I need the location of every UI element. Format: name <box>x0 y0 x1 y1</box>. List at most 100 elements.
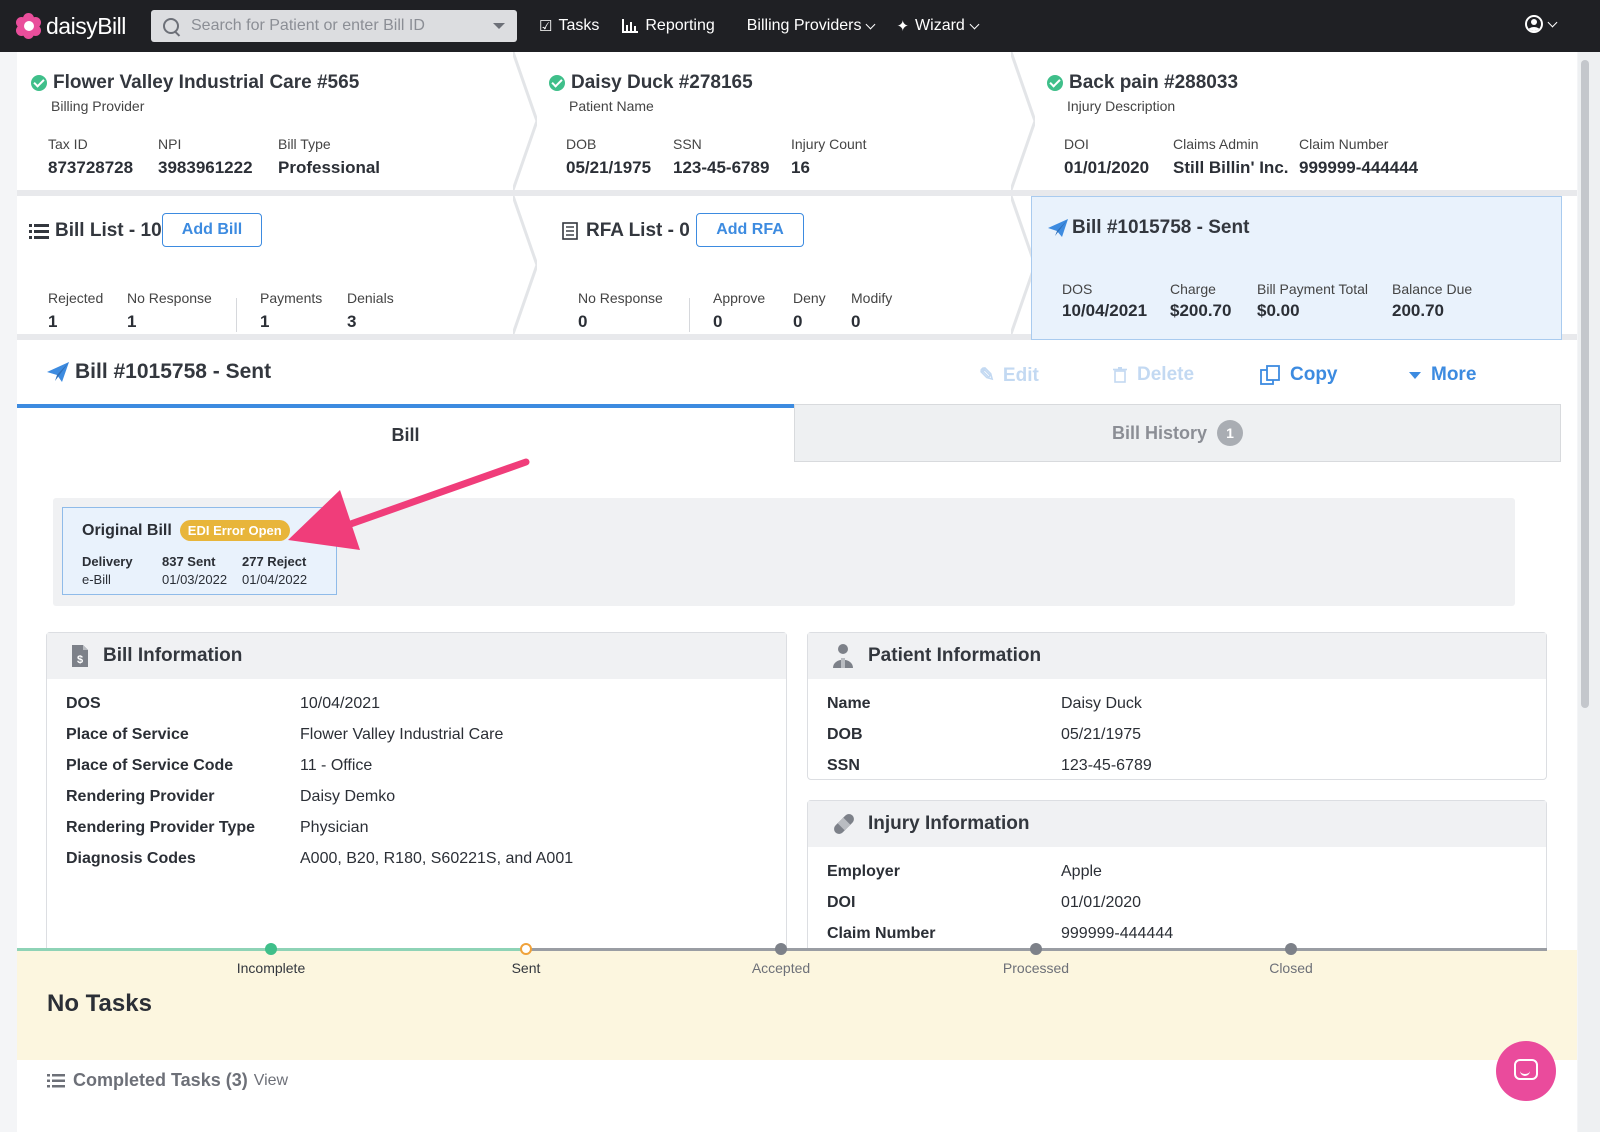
paper-plane-icon <box>1048 219 1068 237</box>
patient-injury-count: Injury Count 16 <box>791 136 867 177</box>
patient-dob: DOB 05/21/1975 <box>566 136 652 177</box>
patient-information-card: Patient Information Name Daisy Duck DOB 05… <box>807 632 1547 780</box>
search-placeholder: Search for Patient or enter Bill ID <box>191 17 425 34</box>
edit-button[interactable]: ✎ Edit <box>979 364 1039 387</box>
provider-tax-id: Tax ID 873728728 <box>48 136 134 177</box>
bill-list-no-response: No Response 1 <box>127 290 212 331</box>
magic-wand-icon: ✦ <box>896 18 910 35</box>
original-bill-837-sent: 837 Sent 01/03/2022 <box>162 554 228 587</box>
bandage-icon <box>834 814 854 834</box>
chat-launcher-button[interactable] <box>1496 1041 1556 1101</box>
breadcrumb-separator <box>513 196 537 334</box>
chevron-down-icon <box>1547 17 1558 27</box>
no-tasks-label: No Tasks <box>47 990 152 1017</box>
bill-list-title[interactable]: Bill List - 10 <box>29 220 162 242</box>
nav-reporting[interactable]: Reporting <box>621 17 715 35</box>
original-bill-277-reject: 277 Reject 01/04/2022 <box>242 554 308 587</box>
list-icon <box>47 1073 65 1087</box>
user-avatar-icon <box>1525 15 1543 33</box>
injury-claims-admin: Claims Admin Still Billin' Inc. <box>1173 136 1289 177</box>
injury-crumb[interactable]: Back pain #288033 Injury Description DOI… <box>1033 52 1577 190</box>
bill-tabs: Bill Bill History 1 <box>17 404 1577 462</box>
original-bill-title: Original Bill <box>82 521 172 539</box>
bill-list-rejected: Rejected 1 <box>48 290 104 331</box>
tab-bill-history[interactable]: Bill History 1 <box>794 404 1561 462</box>
user-menu[interactable] <box>1525 15 1558 33</box>
paper-plane-icon <box>47 362 69 382</box>
page-title: Bill #1015758 - Sent <box>75 360 272 383</box>
daisy-logo-icon <box>16 13 42 39</box>
invoice-dollar-icon: $ <box>72 645 88 667</box>
clipboard-check-icon: ☑ <box>539 18 553 35</box>
list-item: Diagnosis Codes A000, B20, R180, S60221S,… <box>66 850 574 867</box>
timeline-label-accepted: Accepted <box>751 960 811 976</box>
nav-billing-providers[interactable]: Billing Providers <box>747 17 876 35</box>
search-input[interactable]: Search for Patient or enter Bill ID <box>151 10 517 42</box>
rfa-approve: Approve 0 <box>713 290 766 331</box>
search-dropdown-icon[interactable] <box>493 23 505 29</box>
bill-list-denials: Denials 3 <box>347 290 394 331</box>
list-item: DOS 10/04/2021 <box>66 695 381 712</box>
nav-wizard[interactable]: ✦ Wizard <box>896 17 980 35</box>
injury-crumb-subtitle: Injury Description <box>1067 98 1176 114</box>
list-item: DOB 05/21/1975 <box>827 726 1142 743</box>
provider-subtitle: Billing Provider <box>51 98 145 114</box>
patient-information-title: Patient Information <box>868 645 1042 666</box>
original-bill-section: Original Bill EDI Error Open Delivery e-B… <box>53 498 1515 606</box>
summary-charge: Charge $200.70 <box>1170 281 1232 320</box>
list-icon <box>29 224 49 239</box>
main-panel: Flower Valley Industrial Care #565 Billi… <box>17 52 1577 1132</box>
bill-summary-card[interactable]: Bill #1015758 - Sent DOS 10/04/2021 Charg… <box>1031 196 1562 340</box>
breadcrumb-separator <box>1011 52 1035 190</box>
patient-crumb-subtitle: Patient Name <box>569 98 654 114</box>
brand-name: daisyBill <box>46 12 126 39</box>
timeline-dot-processed <box>1030 943 1042 955</box>
chat-icon <box>1514 1059 1538 1080</box>
provider-bill-type: Bill Type Professional <box>278 136 381 177</box>
list-item: SSN 123-45-6789 <box>827 757 1152 774</box>
patient-ssn: SSN 123-45-6789 <box>673 136 770 177</box>
list-item: Name Daisy Duck <box>827 695 1142 712</box>
rfa-list-title[interactable]: RFA List - 0 <box>562 220 690 242</box>
timeline-dot-closed <box>1285 943 1297 955</box>
app-logo[interactable]: daisyBill <box>16 13 138 40</box>
billing-provider-crumb[interactable]: Flower Valley Industrial Care #565 Billi… <box>17 52 535 190</box>
search-icon <box>163 18 179 34</box>
more-button[interactable]: More <box>1409 364 1476 386</box>
timeline-label-sent: Sent <box>511 960 541 976</box>
timeline-label-processed: Processed <box>1002 960 1070 976</box>
patient-crumb-title: Daisy Duck #278165 <box>571 72 753 93</box>
stat-divider <box>689 298 690 332</box>
tab-bill[interactable]: Bill <box>17 404 794 462</box>
copy-icon <box>1260 365 1280 385</box>
check-circle-icon <box>549 75 565 91</box>
rfa-modify: Modify 0 <box>851 290 893 331</box>
delete-button[interactable]: Delete <box>1113 364 1194 386</box>
nav-tasks[interactable]: ☑ Tasks <box>539 17 599 35</box>
stat-divider <box>236 298 237 332</box>
injury-doi: DOI 01/01/2020 <box>1064 136 1150 177</box>
pencil-icon: ✎ <box>979 365 995 386</box>
breadcrumb: Flower Valley Industrial Care #565 Billi… <box>17 52 1577 196</box>
breadcrumb-separator <box>513 52 537 190</box>
bill-information-title: Bill Information <box>103 645 243 666</box>
bill-summary-title: Bill #1015758 - Sent <box>1072 217 1250 238</box>
summary-dos: DOS 10/04/2021 <box>1062 281 1148 320</box>
timeline-label-incomplete: Incomplete <box>236 960 306 976</box>
patient-crumb[interactable]: Daisy Duck #278165 Patient Name DOB 05/21… <box>535 52 1033 190</box>
injury-crumb-title: Back pain #288033 <box>1069 72 1239 93</box>
document-list-icon <box>562 222 578 240</box>
timeline-dot-accepted <box>775 943 787 955</box>
copy-button[interactable]: Copy <box>1260 364 1338 386</box>
original-bill-card[interactable]: Original Bill EDI Error Open Delivery e-B… <box>62 507 337 595</box>
list-item: Place of Service Flower Valley Industrial… <box>66 726 504 743</box>
summary-balance-due: Balance Due 200.70 <box>1392 281 1473 320</box>
chevron-down-icon <box>969 19 980 29</box>
completed-tasks-label: Completed Tasks (3) <box>73 1070 248 1090</box>
view-link[interactable]: View <box>254 1072 288 1090</box>
scrollbar-thumb[interactable] <box>1581 60 1589 708</box>
add-rfa-button[interactable]: Add RFA <box>696 213 804 247</box>
add-bill-button[interactable]: Add Bill <box>162 213 262 247</box>
completed-tasks-toggle[interactable]: Completed Tasks (3) View <box>47 1070 288 1091</box>
status-badge: EDI Error Open <box>179 520 290 541</box>
